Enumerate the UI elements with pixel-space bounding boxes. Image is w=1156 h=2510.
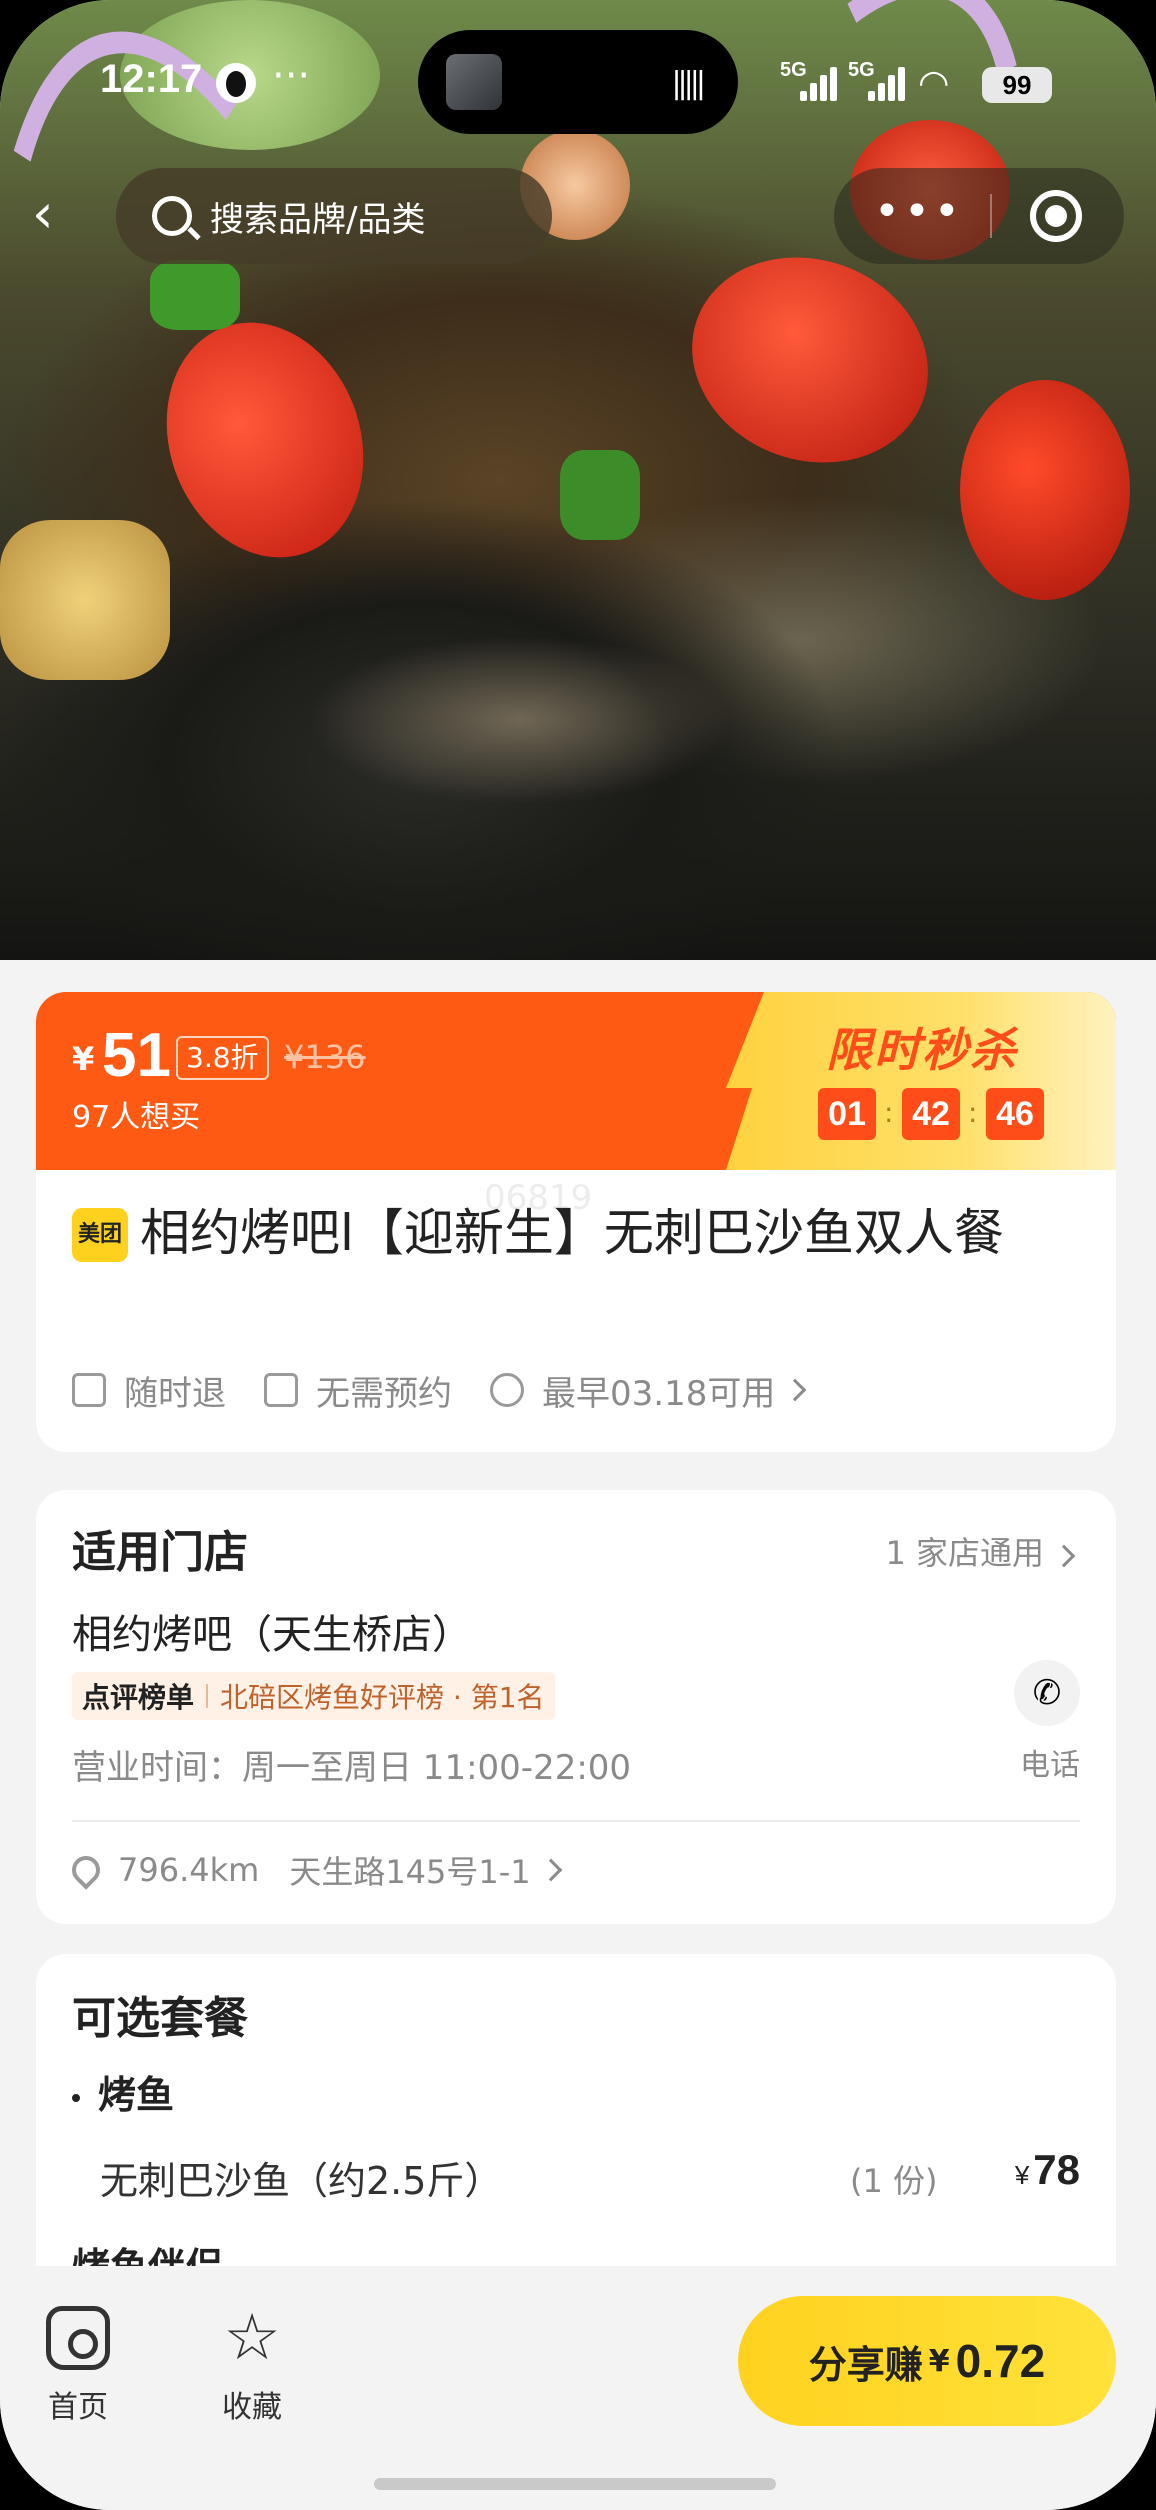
phone-screen: 12:17 ··· 5G 5G ◠ 99 ||||| ‹ 搜索品牌/品类 •••… — [0, 0, 1156, 2510]
red-pepper-3 — [960, 380, 1130, 600]
chevron-right-icon — [539, 1858, 562, 1882]
wifi-icon: ◠ — [918, 63, 950, 104]
store-address: 天生路145号1-1 — [289, 1853, 531, 1891]
share-label: 分享赚 — [808, 2342, 923, 2387]
qq-icon — [216, 63, 256, 103]
more-button[interactable]: ••• — [874, 190, 964, 234]
green-onion-1 — [560, 450, 640, 540]
star-icon: ☆ — [223, 2301, 281, 2375]
hero-food-image[interactable] — [0, 0, 1156, 1251]
package-item-currency: ¥ — [1014, 2160, 1030, 2190]
store-count-link[interactable]: 1 家店通用 — [885, 1528, 1076, 1574]
tab-home[interactable]: 首页 — [28, 2306, 128, 2426]
share-earn-button[interactable]: 分享赚 ¥ 0.72 — [738, 2296, 1116, 2426]
deal-price: 51 — [102, 1021, 171, 1090]
bottom-bar: 首页 ☆ 收藏 分享赚 ¥ 0.72 — [0, 2266, 1156, 2510]
tag-refund: 随时退 — [72, 1366, 226, 1415]
deal-tags[interactable]: 随时退 无需预约 最早03.18可用 — [72, 1362, 841, 1418]
audio-wave-icon: ||||| — [671, 66, 705, 101]
status-more-icon: ··· — [272, 53, 311, 99]
back-button[interactable]: ‹ — [32, 186, 72, 242]
home-icon — [46, 2306, 110, 2370]
package-item-price: ¥78 — [1015, 2146, 1080, 2194]
original-price: ¥136 — [284, 1038, 366, 1076]
tag-no-booking: 无需预约 — [264, 1366, 452, 1415]
phone-label[interactable]: 电话 — [1020, 1740, 1080, 1784]
document-icon — [72, 1373, 106, 1407]
tag-label: 无需预约 — [316, 1373, 452, 1414]
store-name[interactable]: 相约烤吧（天生桥店） — [72, 1602, 472, 1660]
package-category: 烤鱼 — [72, 2064, 174, 2119]
divider — [72, 1820, 1080, 1822]
search-placeholder: 搜索品牌/品类 — [210, 199, 426, 240]
ranking-badge-label: 点评榜单 — [82, 1681, 195, 1714]
countdown-hours: 01 — [818, 1088, 876, 1140]
business-hours: 营业时间：周一至周日 11:00-22:00 — [72, 1748, 632, 1788]
share-currency: ¥ — [928, 2343, 950, 2379]
share-amount: 0.72 — [955, 2335, 1046, 2387]
battery-icon: 99 — [982, 67, 1052, 103]
package-item-price-value: 78 — [1033, 2146, 1080, 2193]
home-indicator[interactable] — [374, 2478, 776, 2490]
deal-title: 相约烤吧l【迎新生】无刺巴沙鱼双人餐 — [140, 1204, 1004, 1262]
bullet — [72, 2093, 80, 2102]
tab-favorite[interactable]: ☆ 收藏 — [202, 2306, 302, 2426]
chevron-right-icon — [784, 1378, 807, 1402]
tag-label: 随时退 — [124, 1373, 226, 1414]
want-count: 97人想买 — [72, 1100, 201, 1135]
package-heading: 可选套餐 — [72, 1993, 248, 2044]
location-pin-icon — [66, 1850, 106, 1890]
tab-favorite-label: 收藏 — [222, 2390, 282, 2425]
status-time: 12:17 — [100, 57, 203, 101]
ranking-badge[interactable]: 点评榜单 北碚区烤鱼好评榜 · 第1名 — [72, 1672, 555, 1720]
store-card: 适用门店 1 家店通用 相约烤吧（天生桥店） 点评榜单 北碚区烤鱼好评榜 · 第… — [36, 1490, 1116, 1924]
package-item-name: 无刺巴沙鱼（约2.5斤） — [100, 2159, 503, 2203]
capsule-divider — [990, 194, 992, 238]
search-icon — [152, 196, 192, 236]
phone-icon[interactable]: ✆ — [1014, 1660, 1080, 1726]
ranking-text: 北碚区烤鱼好评榜 · 第1名 — [220, 1681, 545, 1714]
meituan-badge: 美团 — [72, 1208, 128, 1262]
store-count-label: 1 家店通用 — [885, 1534, 1044, 1572]
check-circle-icon — [490, 1373, 524, 1407]
discount-badge: 3.8折 — [176, 1036, 269, 1080]
price-currency: ¥ — [72, 1040, 95, 1078]
package-item-qty: (1 份) — [850, 2162, 938, 2200]
countdown-separator: : — [968, 1096, 978, 1129]
flash-sale-title: 限时秒杀 — [826, 1023, 1018, 1077]
tag-label: 最早03.18可用 — [542, 1373, 776, 1414]
tag-available-date: 最早03.18可用 — [490, 1366, 807, 1415]
calendar-check-icon — [264, 1373, 298, 1407]
tab-home-label: 首页 — [48, 2390, 108, 2425]
search-bar[interactable]: 搜索品牌/品类 — [116, 168, 552, 264]
store-distance: 796.4km — [118, 1851, 260, 1889]
countdown-separator: : — [884, 1096, 894, 1129]
deal-card: ¥ 51 3.8折 ¥136 97人想买 限时秒杀 01 : 42 : 46 0… — [36, 992, 1116, 1452]
music-cover-icon — [446, 54, 502, 110]
signal-icon-2 — [868, 65, 908, 101]
dynamic-island[interactable]: ||||| — [418, 30, 738, 134]
chevron-right-icon — [1052, 1544, 1076, 1568]
ranking-divider — [206, 1684, 209, 1708]
address-row[interactable]: 796.4km 天生路145号1-1 — [66, 1840, 562, 1900]
mini-program-capsule: ••• — [834, 168, 1124, 264]
signal-icon-1 — [800, 65, 840, 101]
store-heading: 适用门店 — [72, 1527, 248, 1578]
package-category-label: 烤鱼 — [98, 2073, 175, 2117]
countdown-seconds: 46 — [986, 1088, 1044, 1140]
countdown-minutes: 42 — [902, 1088, 960, 1140]
close-target-icon[interactable] — [1030, 190, 1082, 242]
